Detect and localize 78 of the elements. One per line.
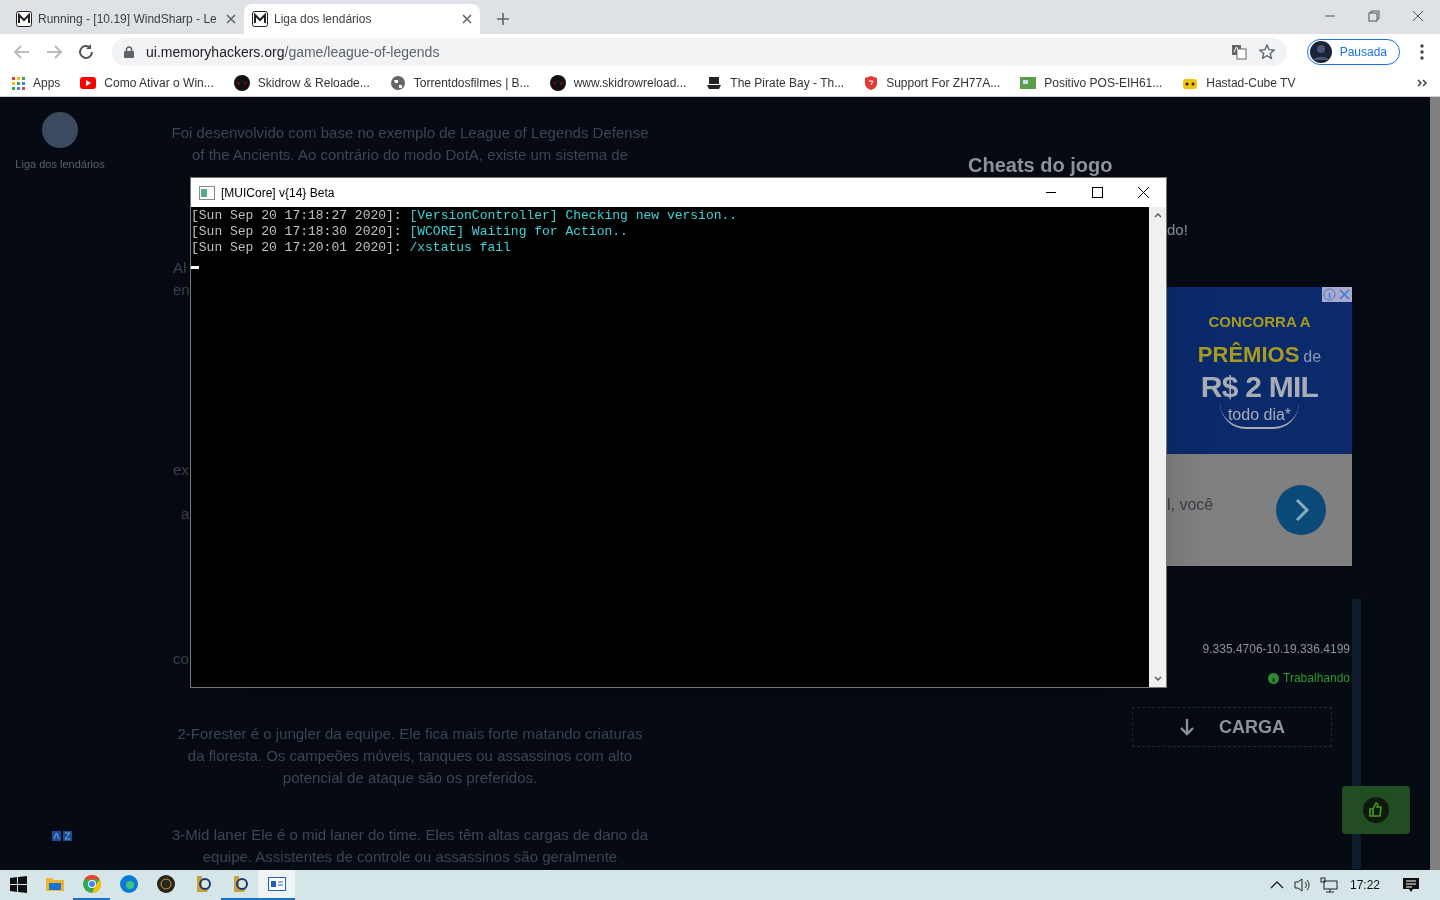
coin-icon: [156, 875, 175, 893]
status-text: Trabalhando: [1283, 670, 1350, 687]
browser-tab[interactable]: Liga dos lendários: [244, 4, 480, 34]
browser-tab[interactable]: Running - [10.19] WindSharp - Le: [8, 4, 244, 34]
window-title: [MUICore] v{14} Beta: [221, 184, 335, 202]
site-icon: [16, 11, 32, 27]
mask-icon: [549, 75, 566, 91]
translate-icon[interactable]: [52, 831, 72, 841]
ship-icon: [706, 75, 723, 91]
bookmark[interactable]: Apps: [12, 74, 61, 92]
close-icon[interactable]: [226, 14, 236, 24]
console-line: [Sun Sep 20 17:18:27 2020]: [VersionController] Checking new version..: [191, 208, 739, 224]
board-icon: [1020, 77, 1037, 89]
translate-icon[interactable]: [1230, 44, 1247, 60]
clock-time[interactable]: 17:22: [1349, 876, 1380, 894]
site-icon: [252, 11, 268, 27]
paragraph-line: of the Ancients. Ao contrário do modo DotA, existe um sistema de: [190, 145, 630, 165]
window-icon: [267, 877, 286, 891]
speaker-icon[interactable]: [1293, 877, 1312, 893]
edge-icon: [119, 875, 138, 893]
avatar-icon: [1309, 41, 1332, 63]
section-title: Cheats do jogo: [968, 153, 1113, 178]
paragraph-line: Foi desenvolvido com base no exemplo de League of Legends Defense: [170, 123, 650, 143]
text-fragment: a: [181, 504, 190, 524]
bookmark[interactable]: The Pirate Bay - Th...: [706, 74, 845, 92]
ad-text: todo dia*: [1219, 402, 1300, 429]
close-icon[interactable]: [1412, 10, 1424, 22]
shield-icon: [864, 75, 879, 91]
version-text: 9.335.4706-10.19.336.4199: [1202, 641, 1350, 658]
ad-text: de: [1303, 346, 1322, 367]
bookmark[interactable]: Como Ativar o Win...: [80, 74, 214, 92]
text-fragment: en: [173, 280, 190, 300]
more-icon[interactable]: [1416, 77, 1428, 89]
load-button[interactable]: CARGA: [1132, 707, 1332, 747]
url-text: ui.memoryhackers.org/game/league-of-legends: [146, 42, 440, 62]
bookmark[interactable]: Torrentdosfilmes | B...: [389, 74, 530, 92]
lock-icon: [124, 46, 134, 58]
star-icon[interactable]: [1258, 44, 1275, 60]
close-icon[interactable]: [462, 14, 472, 24]
restore-icon[interactable]: [1368, 10, 1380, 22]
folder-icon: [45, 876, 64, 892]
bookmark[interactable]: Support For ZH77A...: [864, 74, 1001, 92]
bookmark[interactable]: www.skidrowreload...: [549, 74, 687, 92]
taskbar-app[interactable]: [258, 870, 295, 900]
text-fragment: Al: [173, 258, 187, 278]
play-icon: [80, 77, 97, 89]
network-icon[interactable]: [1319, 877, 1338, 893]
chevron-up-icon[interactable]: [1269, 880, 1284, 890]
bookmark[interactable]: Positivo POS-EIH61...: [1020, 74, 1163, 92]
bookmark[interactable]: Hastad-Cube TV: [1182, 74, 1296, 92]
text-fragment: ex: [173, 460, 189, 480]
robot-icon: [1182, 76, 1199, 90]
like-button[interactable]: [1342, 786, 1410, 834]
ad-headline: PRÊMIOS: [1197, 340, 1300, 369]
console-icon: [199, 185, 215, 200]
console-line: [Sun Sep 20 17:18:30 2020]: [WCORE] Waiting for Action..: [191, 224, 629, 240]
league-icon: [194, 875, 211, 893]
globe-icon: [389, 75, 406, 91]
next-icon[interactable]: [1276, 485, 1326, 535]
text-fragment: do!: [1167, 220, 1188, 240]
download-icon: [1179, 718, 1195, 736]
logo-placeholder: [42, 112, 78, 148]
text-fragment: co: [173, 649, 189, 669]
thumbs-up-icon: [1363, 797, 1389, 823]
grid-icon: [12, 76, 25, 90]
ad-text: l, você: [1167, 495, 1214, 515]
address-bar[interactable]: ui.memoryhackers.org/game/league-of-legends: [112, 38, 1287, 66]
notification-icon[interactable]: [1402, 876, 1420, 894]
mask-icon: [233, 75, 250, 91]
info-icon: [1268, 672, 1280, 684]
ad-headline: CONCORRA A: [1208, 312, 1311, 332]
paragraph: 3-Mid laner Ele é o mid laner do time. Eles têm altas cargas de dano da equipe. Assistentes de controle ou assassinos são geralmente: [170, 825, 650, 867]
league-icon: [231, 875, 248, 893]
paragraph: 2-Forester é o jungler da equipe. Ele fica mais forte matando criaturas da floresta. Os campeões móveis, tanques ou assassinos com alto potencial de ataque são os preferidos.: [176, 724, 644, 788]
chrome-icon: [82, 875, 101, 893]
bookmark[interactable]: Skidrow & Reloade...: [233, 74, 370, 92]
ad-headline: R$ 2 MIL: [1200, 370, 1319, 403]
console-line: [Sun Sep 20 17:20:01 2020]: /xstatus fail: [191, 240, 512, 256]
